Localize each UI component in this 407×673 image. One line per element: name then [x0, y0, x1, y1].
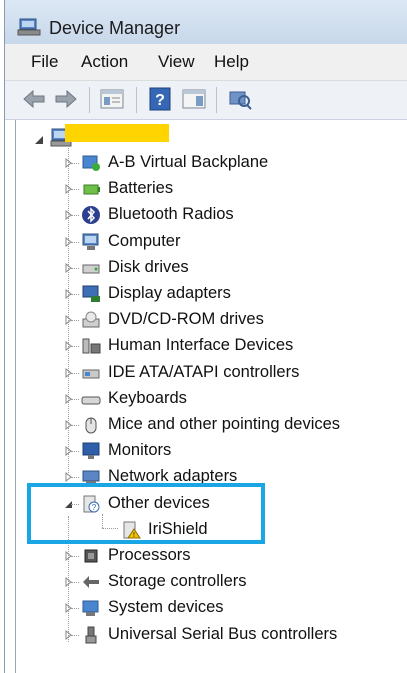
properties-icon[interactable]	[99, 87, 125, 111]
tree-guide-line	[71, 399, 79, 400]
toolbar-separator	[89, 87, 90, 113]
tree-item-label: Computer	[108, 232, 181, 250]
tree-guide-line	[71, 608, 79, 609]
tree-category-item[interactable]: IDE ATA/ATAPI controllers	[5, 360, 407, 386]
processor-icon	[84, 549, 98, 563]
tree-category-item[interactable]: Mice and other pointing devices	[5, 412, 407, 438]
tree-guide-line	[71, 635, 79, 636]
menu-file[interactable]: File	[31, 52, 58, 72]
tree-item-label: Processors	[108, 546, 191, 564]
tree-category-item[interactable]: Display adapters	[5, 281, 407, 307]
usb-icon	[85, 626, 97, 644]
tree-guide-line	[71, 268, 79, 269]
tree-item-label: Storage controllers	[108, 572, 247, 590]
tree-category-item[interactable]: Batteries	[5, 176, 407, 202]
tree-guide-line	[71, 477, 79, 478]
tree-guide-line	[71, 346, 79, 347]
display-adapter-icon	[82, 285, 100, 302]
tree-item-label: Bluetooth Radios	[108, 205, 234, 223]
scan-hardware-icon[interactable]	[227, 87, 253, 111]
tree-category-item[interactable]: A-B Virtual Backplane	[5, 150, 407, 176]
tree-category-item[interactable]: System devices	[5, 595, 407, 621]
tree-item-label: Display adapters	[108, 284, 231, 302]
tree-category-item[interactable]: DVD/CD-ROM drives	[5, 307, 407, 333]
tree-guide-line	[71, 451, 79, 452]
device-manager-icon	[17, 18, 41, 36]
tree-category-item[interactable]: Processors	[5, 543, 407, 569]
tree-category-item[interactable]: Monitors	[5, 438, 407, 464]
monitor-icon	[82, 442, 100, 459]
tree-category-item[interactable]: Keyboards	[5, 386, 407, 412]
mouse-icon	[85, 417, 97, 434]
tree-category-item[interactable]: Disk drives	[5, 255, 407, 281]
help-icon[interactable]: ?	[147, 87, 173, 111]
storage-controller-icon	[83, 576, 99, 588]
tree-item-label: Universal Serial Bus controllers	[108, 625, 338, 643]
tree-category-item[interactable]: Bluetooth Radios	[5, 202, 407, 228]
tree-guide-line	[71, 373, 79, 374]
hid-icon	[82, 338, 101, 354]
backplane-icon	[82, 155, 100, 171]
tree-item-label: Disk drives	[108, 258, 189, 276]
system-device-icon	[82, 600, 99, 616]
tree-item-label: System devices	[108, 598, 224, 616]
title-bar[interactable]: Device Manager	[5, 0, 407, 44]
highlight-box	[27, 483, 265, 544]
bluetooth-icon	[82, 206, 100, 224]
view-pane-icon[interactable]	[181, 87, 207, 111]
menu-view[interactable]: View	[158, 52, 195, 72]
tree-item-label: Keyboards	[108, 389, 187, 407]
computer-icon	[82, 233, 99, 250]
menu-help[interactable]: Help	[214, 52, 249, 72]
toolbar-separator	[216, 87, 217, 113]
back-arrow-icon[interactable]	[21, 87, 47, 111]
tree-item-label: Mice and other pointing devices	[108, 415, 341, 433]
tree-category-item[interactable]: Universal Serial Bus controllers	[5, 622, 407, 648]
tree-guide-line	[71, 189, 79, 190]
tree-item-label: DVD/CD-ROM drives	[108, 310, 264, 328]
battery-icon	[83, 184, 100, 195]
tree-item-label: A-B Virtual Backplane	[108, 153, 269, 171]
keyboard-icon	[81, 396, 101, 405]
collapse-triangle-icon[interactable]	[33, 134, 45, 146]
toolbar: ?	[5, 81, 407, 120]
tree-guide-line	[71, 556, 79, 557]
dvd-drive-icon	[82, 311, 100, 328]
svg-text:?: ?	[155, 92, 165, 109]
tree-category-item[interactable]: Computer	[5, 229, 407, 255]
ide-controller-icon	[82, 369, 100, 379]
tree-guide-line	[71, 294, 79, 295]
tree-guide-line	[71, 215, 79, 216]
tree-category-item[interactable]: Human Interface Devices	[5, 333, 407, 359]
tree-guide-line	[71, 425, 79, 426]
disk-drive-icon	[82, 264, 100, 274]
forward-arrow-icon[interactable]	[53, 87, 79, 111]
tree-guide-line	[71, 582, 79, 583]
menu-bar: File Action View Help	[5, 44, 407, 81]
tree-item-label: Monitors	[108, 441, 172, 459]
tree-guide-line	[71, 242, 79, 243]
tree-item-label: IDE ATA/ATAPI controllers	[108, 363, 300, 381]
toolbar-separator	[136, 87, 137, 113]
device-manager-window: Device Manager File Action View Help ? A…	[4, 0, 407, 673]
tree-guide-line	[71, 320, 79, 321]
tree-item-label: Human Interface Devices	[108, 336, 294, 354]
window-title: Device Manager	[49, 18, 181, 38]
tree-guide-line	[71, 163, 79, 164]
tree-category-item[interactable]: Storage controllers	[5, 569, 407, 595]
redacted-computer-name	[65, 124, 169, 142]
menu-action[interactable]: Action	[81, 52, 128, 72]
tree-item-label: Batteries	[108, 179, 174, 197]
